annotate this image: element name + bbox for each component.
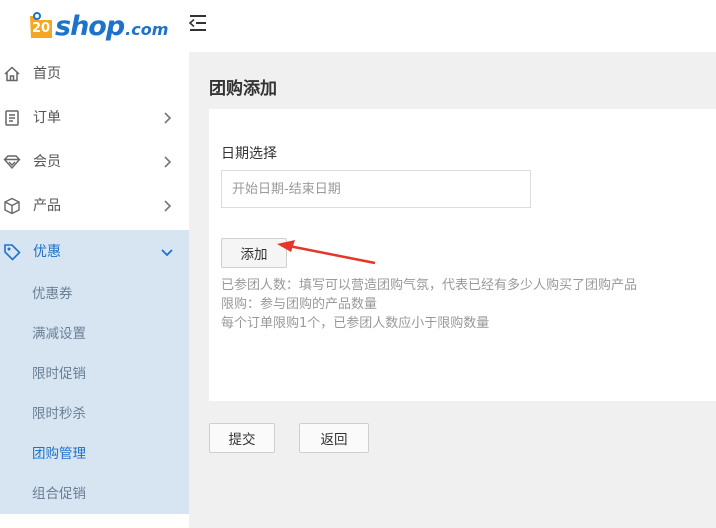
logo-number: 20: [32, 21, 51, 36]
page-title: 团购添加: [209, 79, 277, 99]
logo-name: shop: [55, 11, 125, 42]
submenu-item-flash-sale[interactable]: 限时秒杀: [0, 394, 189, 434]
date-field-label: 日期选择: [221, 146, 277, 162]
submenu-item-flash-promo[interactable]: 限时促销: [0, 354, 189, 394]
tag-icon: [4, 244, 21, 261]
submenu-item-discount-settings[interactable]: 满减设置: [0, 314, 189, 354]
submenu-item-label: 团购管理: [32, 446, 86, 462]
submenu-item-label: 限时促销: [32, 366, 86, 382]
sidebar: 首页 订单 会员 产品 优惠 优惠券 满减设置 限时促销 限时秒杀 团购管理 组…: [0, 52, 189, 528]
submenu-item-label: 限时秒杀: [32, 406, 86, 422]
submenu-item-bundle-promo[interactable]: 组合促销: [0, 474, 189, 514]
top-header: 20 shop .com: [0, 0, 716, 52]
submit-button[interactable]: 提交: [209, 423, 275, 453]
sidebar-item-home[interactable]: 首页: [0, 52, 189, 96]
hint-text: 每个订单限购1个，已参团人数应小于限购数量: [221, 316, 490, 331]
sidebar-item-label: 优惠: [33, 244, 61, 260]
diamond-icon: [3, 155, 21, 170]
submenu-item-coupons[interactable]: 优惠券: [0, 274, 189, 314]
submenu-item-group-buy[interactable]: 团购管理: [0, 434, 189, 474]
sidebar-item-label: 会员: [33, 154, 61, 170]
chevron-down-icon: [161, 249, 173, 257]
date-range-input[interactable]: [221, 170, 531, 208]
sidebar-item-members[interactable]: 会员: [0, 140, 189, 184]
sidebar-item-products[interactable]: 产品: [0, 184, 189, 228]
order-list-icon: [5, 110, 19, 126]
sidebar-item-label: 订单: [33, 110, 61, 126]
annotation-arrow-icon: [277, 240, 376, 265]
hint-text: 限购：参与团购的产品数量: [221, 297, 378, 312]
sidebar-item-label: 首页: [33, 66, 61, 82]
logo-suffix: .com: [125, 20, 169, 39]
chevron-right-icon: [164, 200, 172, 212]
sidebar-item-label: 产品: [33, 198, 61, 214]
logo-badge: 20: [28, 12, 54, 42]
promotions-submenu: 优惠券 满减设置 限时促销 限时秒杀 团购管理 组合促销: [0, 274, 189, 514]
box-icon: [4, 197, 20, 215]
logo[interactable]: 20 shop .com: [28, 4, 168, 42]
hint-text: 已参团人数：填写可以营造团购气氛，代表已经有多少人购买了团购产品: [221, 278, 638, 293]
chevron-right-icon: [164, 112, 172, 124]
chevron-right-icon: [164, 156, 172, 168]
submenu-item-label: 优惠券: [32, 286, 73, 302]
sidebar-item-promotions[interactable]: 优惠: [0, 230, 189, 274]
sidebar-item-orders[interactable]: 订单: [0, 96, 189, 140]
back-button[interactable]: 返回: [299, 423, 369, 453]
submenu-item-label: 满减设置: [32, 326, 86, 342]
menu-collapse-icon[interactable]: [188, 12, 208, 34]
submenu-item-label: 组合促销: [32, 486, 86, 502]
home-icon: [4, 66, 20, 82]
